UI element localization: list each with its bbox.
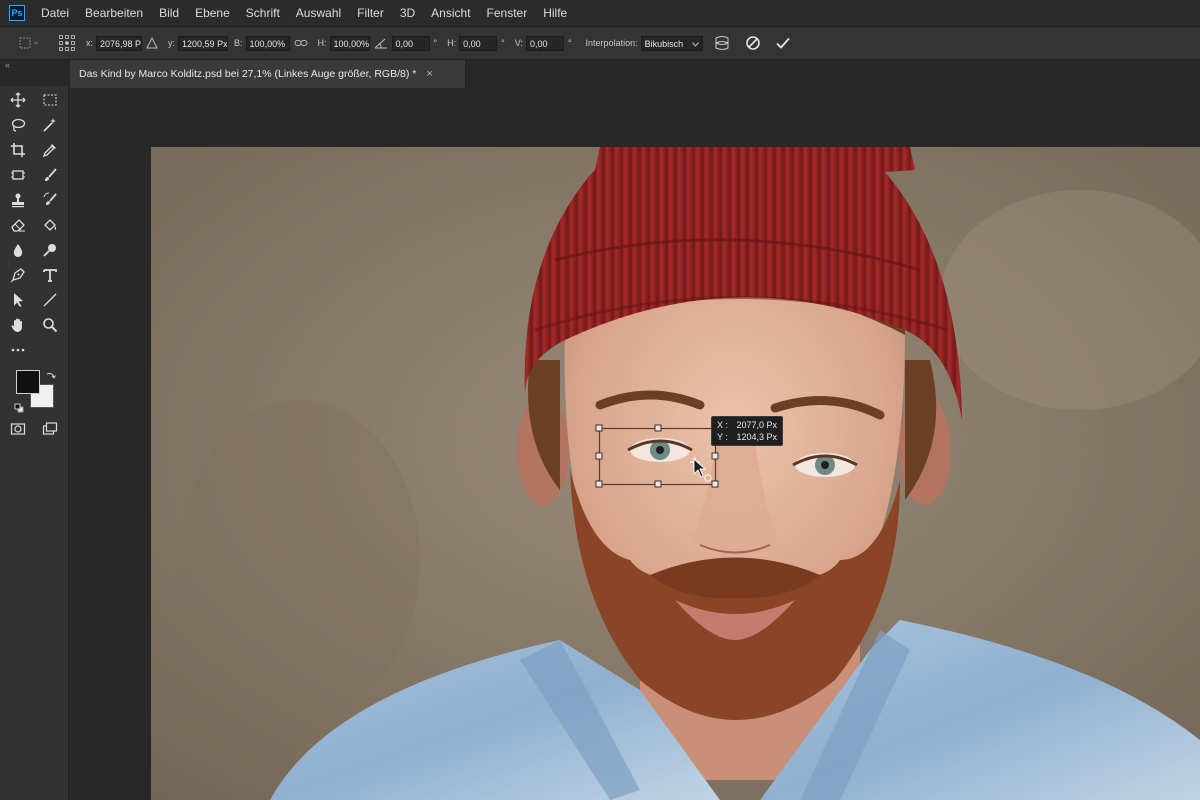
transform-handle[interactable]	[595, 424, 603, 432]
info-x-label: X :	[717, 420, 729, 430]
transform-handle[interactable]	[654, 424, 662, 432]
transform-handle[interactable]	[595, 480, 603, 488]
transform-handle[interactable]	[711, 452, 719, 460]
transform-handle[interactable]	[711, 480, 719, 488]
position-info-tooltip: X : 2077,0 Px Y : 1204,3 Px	[711, 416, 783, 446]
transform-handle[interactable]	[654, 480, 662, 488]
info-x-value: 2077,0 Px	[736, 420, 777, 430]
info-y-label: Y :	[717, 432, 728, 442]
cursor-arrow-icon	[693, 457, 712, 482]
info-y-value: 1204,3 Px	[736, 432, 777, 442]
transform-bounding-box[interactable]	[0, 0, 1200, 800]
transform-handle[interactable]	[595, 452, 603, 460]
